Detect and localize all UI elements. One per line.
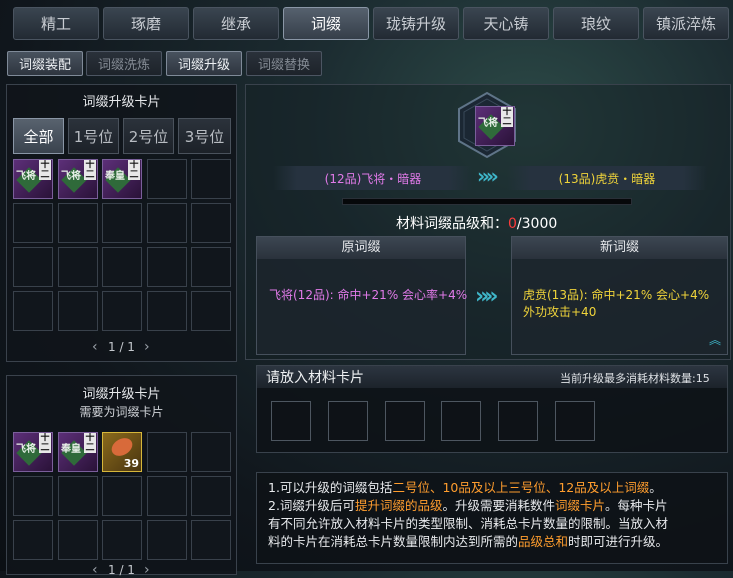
filter-slot-2[interactable]: 2号位 xyxy=(123,118,174,154)
material-progress-bar xyxy=(342,198,632,205)
empty-slot[interactable] xyxy=(102,291,142,331)
empty-slot[interactable] xyxy=(147,203,187,243)
empty-slot[interactable] xyxy=(147,520,187,560)
empty-slot[interactable] xyxy=(191,476,231,516)
empty-slot[interactable] xyxy=(13,291,53,331)
empty-slot[interactable] xyxy=(102,520,142,560)
tab-tianxinzhu[interactable]: 天心铸 xyxy=(463,7,549,40)
pagination: 1 / 1 xyxy=(108,563,135,577)
info-box: 1.可以升级的词缀包括二号位、10品及以上三号位、12品及以上词缀。 2.词缀升… xyxy=(256,472,728,564)
tab-jicheng[interactable]: 继承 xyxy=(193,7,279,40)
subtab-equip[interactable]: 词缀装配 xyxy=(7,51,83,76)
empty-slot[interactable] xyxy=(13,476,53,516)
tab-jinggong[interactable]: 精工 xyxy=(13,7,99,40)
empty-slot[interactable] xyxy=(13,203,53,243)
material-slot[interactable] xyxy=(441,401,481,441)
next-page-icon[interactable]: › xyxy=(144,339,150,355)
affix-card[interactable]: 飞将 十二 xyxy=(13,159,53,199)
affix-card[interactable]: 奉皇 十二 xyxy=(58,432,98,472)
empty-slot[interactable] xyxy=(147,476,187,516)
empty-slot[interactable] xyxy=(191,291,231,331)
new-affix-line1: 虎贲(13品): 命中+21% 会心+4% xyxy=(523,288,710,302)
old-affix-text: 飞将(12品): 命中+21% 会心率+4% xyxy=(269,288,468,302)
material-slot[interactable] xyxy=(555,401,595,441)
new-affix-line2: 外功攻击+40 xyxy=(523,305,597,319)
info-line-3: 有不同允许放入材料卡片的类型限制、消耗总卡片数量的限制。当放入材 xyxy=(268,516,669,531)
panel-subtitle: 需要为词缀卡片 xyxy=(79,405,164,419)
new-affix-title: 新词缀 xyxy=(512,237,727,259)
material-slot[interactable] xyxy=(498,401,538,441)
empty-slot[interactable] xyxy=(58,247,98,287)
to-affix-label: (13品)虎贲・暗器 xyxy=(507,166,707,190)
from-affix-label: (12品)飞将・暗器 xyxy=(273,166,473,190)
empty-slot[interactable] xyxy=(147,159,187,199)
new-affix-box: 新词缀 虎贲(13品): 命中+21% 会心+4% 外功攻击+40 ︽ xyxy=(511,236,728,355)
expand-up-icon[interactable]: ︽ xyxy=(709,331,721,348)
affix-card[interactable]: 飞将 十二 xyxy=(13,432,53,472)
tab-cizhui[interactable]: 词缀 xyxy=(283,7,369,40)
next-page-icon[interactable]: › xyxy=(144,562,150,578)
info-text: 1.可以升级的词缀包括二号位、10品及以上三号位、12品及以上词缀。 2.词缀升… xyxy=(268,479,724,551)
empty-slot[interactable] xyxy=(13,247,53,287)
empty-slot[interactable] xyxy=(102,203,142,243)
material-limit: 当前升级最多消耗材料数量:15 xyxy=(560,372,710,385)
empty-slot[interactable] xyxy=(13,520,53,560)
tab-zhenpai[interactable]: 镇派淬炼 xyxy=(643,7,729,40)
material-slot[interactable] xyxy=(271,401,311,441)
material-grade-sum: 材料词缀品级和：0/3000 xyxy=(396,216,558,232)
material-slot[interactable] xyxy=(328,401,368,441)
affix-card[interactable]: 飞将 十二 xyxy=(58,159,98,199)
info-line-1: 1.可以升级的词缀包括二号位、10品及以上三号位、12品及以上词缀。 xyxy=(268,480,662,495)
panel-title: 词缀升级卡片 xyxy=(82,95,161,110)
subtab-replace[interactable]: 词缀替换 xyxy=(246,51,322,76)
empty-slot[interactable] xyxy=(147,247,187,287)
selected-affix-card[interactable]: 飞将 十二 xyxy=(475,106,515,146)
empty-slot[interactable] xyxy=(147,432,187,472)
tab-longzhu[interactable]: 珑铸升级 xyxy=(373,7,459,40)
empty-slot[interactable] xyxy=(191,203,231,243)
empty-slot[interactable] xyxy=(58,203,98,243)
empty-slot[interactable] xyxy=(191,432,231,472)
empty-slot[interactable] xyxy=(102,476,142,516)
old-affix-box: 原词缀 飞将(12品): 命中+21% 会心率+4% xyxy=(256,236,468,355)
empty-slot[interactable] xyxy=(58,476,98,516)
empty-slot[interactable] xyxy=(191,159,231,199)
subtab-upgrade[interactable]: 词缀升级 xyxy=(166,51,242,76)
prev-page-icon[interactable]: ‹ xyxy=(92,562,98,578)
empty-slot[interactable] xyxy=(191,247,231,287)
filter-slot-3[interactable]: 3号位 xyxy=(178,118,231,154)
material-slot[interactable] xyxy=(385,401,425,441)
filter-slot-1[interactable]: 1号位 xyxy=(68,118,119,154)
pagination: 1 / 1 xyxy=(108,340,135,354)
old-affix-title: 原词缀 xyxy=(257,237,465,259)
empty-slot[interactable] xyxy=(102,247,142,287)
empty-slot[interactable] xyxy=(147,291,187,331)
material-title: 请放入材料卡片 xyxy=(266,370,364,386)
filter-all[interactable]: 全部 xyxy=(13,118,64,154)
material-item[interactable]: 39 xyxy=(102,432,142,472)
empty-slot[interactable] xyxy=(58,291,98,331)
fish-icon xyxy=(108,434,136,460)
arrow-right-icon: »» xyxy=(477,164,499,188)
info-line-4: 料的卡片在消耗总卡片数量限制内达到所需的品级总和时即可进行升级。 xyxy=(268,534,669,549)
info-line-2: 2.词缀升级后可提升词缀的品级。升级需要消耗数件词缀卡片。每种卡片 xyxy=(268,498,668,513)
item-count: 39 xyxy=(123,457,139,470)
tab-zhuomo[interactable]: 琢磨 xyxy=(103,7,189,40)
affix-card[interactable]: 奉皇 十二 xyxy=(102,159,142,199)
prev-page-icon[interactable]: ‹ xyxy=(92,339,98,355)
arrow-right-icon: »» xyxy=(475,284,499,309)
subtab-reroll[interactable]: 词缀洗炼 xyxy=(86,51,162,76)
tab-langwen[interactable]: 琅纹 xyxy=(553,7,639,40)
panel-title: 词缀升级卡片 xyxy=(82,387,161,402)
empty-slot[interactable] xyxy=(191,520,231,560)
empty-slot[interactable] xyxy=(58,520,98,560)
